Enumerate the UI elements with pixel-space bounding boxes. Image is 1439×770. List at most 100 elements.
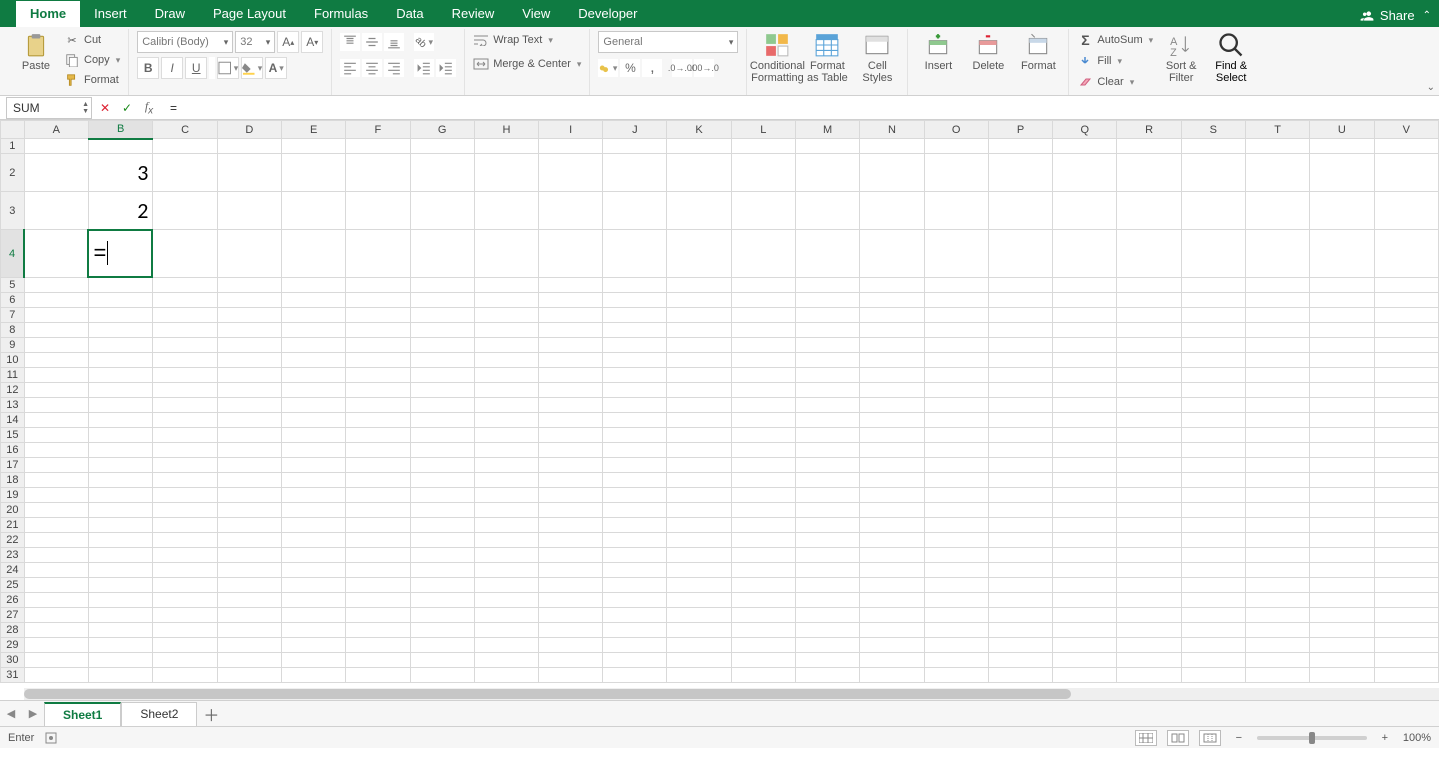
cell-U3[interactable] [1310, 192, 1374, 230]
cell-F15[interactable] [346, 428, 410, 443]
cell-I12[interactable] [539, 383, 603, 398]
cell-K28[interactable] [667, 623, 731, 638]
cell-A25[interactable] [24, 578, 88, 593]
cell-B30[interactable] [88, 653, 153, 668]
cell-T27[interactable] [1245, 608, 1309, 623]
column-header-E[interactable]: E [282, 121, 346, 139]
cell-L29[interactable] [731, 638, 795, 653]
cell-C23[interactable] [153, 548, 217, 563]
cell-P2[interactable] [988, 154, 1052, 192]
cell-N24[interactable] [860, 563, 924, 578]
cell-M9[interactable] [795, 338, 859, 353]
row-header-24[interactable]: 24 [1, 563, 25, 578]
cell-O10[interactable] [924, 353, 988, 368]
cell-M1[interactable] [795, 139, 859, 154]
cell-U28[interactable] [1310, 623, 1374, 638]
cell-L14[interactable] [731, 413, 795, 428]
cell-N22[interactable] [860, 533, 924, 548]
cell-V19[interactable] [1374, 488, 1439, 503]
ribbon-tab-data[interactable]: Data [382, 1, 437, 27]
cell-C13[interactable] [153, 398, 217, 413]
column-header-N[interactable]: N [860, 121, 924, 139]
cell-L21[interactable] [731, 518, 795, 533]
cell-Q16[interactable] [1053, 443, 1117, 458]
cell-L22[interactable] [731, 533, 795, 548]
align-top-button[interactable] [340, 33, 360, 51]
row-header-6[interactable]: 6 [1, 293, 25, 308]
cell-Q22[interactable] [1053, 533, 1117, 548]
cell-R6[interactable] [1117, 293, 1181, 308]
format-painter-button[interactable]: Format [64, 71, 120, 89]
cell-E8[interactable] [282, 323, 346, 338]
cell-L1[interactable] [731, 139, 795, 154]
cell-K30[interactable] [667, 653, 731, 668]
cell-T10[interactable] [1245, 353, 1309, 368]
cell-F27[interactable] [346, 608, 410, 623]
cell-L11[interactable] [731, 368, 795, 383]
cell-T13[interactable] [1245, 398, 1309, 413]
cell-B26[interactable] [88, 593, 153, 608]
cell-R20[interactable] [1117, 503, 1181, 518]
cell-L30[interactable] [731, 653, 795, 668]
cell-V6[interactable] [1374, 293, 1439, 308]
cell-I23[interactable] [539, 548, 603, 563]
cell-N28[interactable] [860, 623, 924, 638]
column-header-P[interactable]: P [988, 121, 1052, 139]
cell-C29[interactable] [153, 638, 217, 653]
column-header-G[interactable]: G [410, 121, 474, 139]
cell-M29[interactable] [795, 638, 859, 653]
cell-N12[interactable] [860, 383, 924, 398]
cell-T16[interactable] [1245, 443, 1309, 458]
cell-I14[interactable] [539, 413, 603, 428]
cell-K12[interactable] [667, 383, 731, 398]
cell-P6[interactable] [988, 293, 1052, 308]
font-name-select[interactable]: Calibri (Body)▾ [137, 31, 233, 53]
cell-M28[interactable] [795, 623, 859, 638]
cell-C26[interactable] [153, 593, 217, 608]
cell-K26[interactable] [667, 593, 731, 608]
font-size-select[interactable]: 32▾ [235, 31, 275, 53]
cell-I8[interactable] [539, 323, 603, 338]
cell-Q7[interactable] [1053, 308, 1117, 323]
cell-D1[interactable] [217, 139, 281, 154]
cell-M10[interactable] [795, 353, 859, 368]
cell-J27[interactable] [603, 608, 667, 623]
cell-S4[interactable] [1181, 230, 1245, 278]
cell-I28[interactable] [539, 623, 603, 638]
cell-Q31[interactable] [1053, 668, 1117, 683]
cell-P20[interactable] [988, 503, 1052, 518]
cell-I5[interactable] [539, 278, 603, 293]
cell-R4[interactable] [1117, 230, 1181, 278]
cell-C15[interactable] [153, 428, 217, 443]
cell-G17[interactable] [410, 458, 474, 473]
cell-T3[interactable] [1245, 192, 1309, 230]
cell-D8[interactable] [217, 323, 281, 338]
cell-S21[interactable] [1181, 518, 1245, 533]
cell-A11[interactable] [24, 368, 88, 383]
cell-R10[interactable] [1117, 353, 1181, 368]
cell-D9[interactable] [217, 338, 281, 353]
cell-R3[interactable] [1117, 192, 1181, 230]
cell-H29[interactable] [474, 638, 538, 653]
cell-F25[interactable] [346, 578, 410, 593]
cell-B16[interactable] [88, 443, 153, 458]
cell-Q10[interactable] [1053, 353, 1117, 368]
cell-A1[interactable] [24, 139, 88, 154]
cell-C14[interactable] [153, 413, 217, 428]
cell-R23[interactable] [1117, 548, 1181, 563]
cell-C10[interactable] [153, 353, 217, 368]
cell-K7[interactable] [667, 308, 731, 323]
cell-K3[interactable] [667, 192, 731, 230]
cell-S7[interactable] [1181, 308, 1245, 323]
cell-L31[interactable] [731, 668, 795, 683]
cell-L6[interactable] [731, 293, 795, 308]
cell-J12[interactable] [603, 383, 667, 398]
row-header-2[interactable]: 2 [1, 154, 25, 192]
cell-D5[interactable] [217, 278, 281, 293]
cell-G21[interactable] [410, 518, 474, 533]
cell-U6[interactable] [1310, 293, 1374, 308]
name-box[interactable]: SUM ▲▼ [6, 97, 92, 119]
cell-B7[interactable] [88, 308, 153, 323]
cell-P25[interactable] [988, 578, 1052, 593]
cell-C8[interactable] [153, 323, 217, 338]
